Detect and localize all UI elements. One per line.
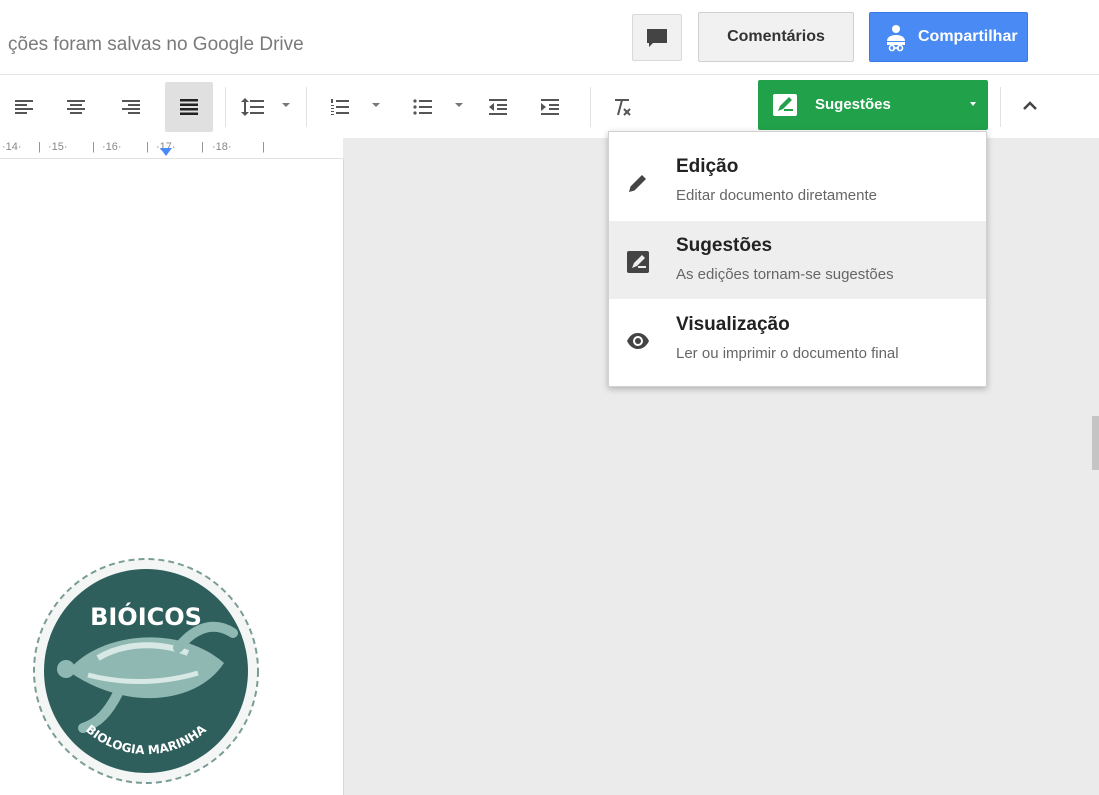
menu-item-description: Editar documento diretamente (676, 187, 877, 204)
editing-mode-menu: Edição Editar documento diretamente Suge… (608, 131, 987, 387)
editing-mode-label: Sugestões (815, 96, 891, 113)
bulleted-list-button[interactable] (405, 89, 441, 125)
comment-history-button[interactable] (632, 14, 682, 61)
save-status: ções foram salvas no Google Drive (8, 34, 304, 55)
line-spacing-caret[interactable] (282, 103, 290, 107)
menu-item-sugestoes[interactable]: Sugestões As edições tornam-se sugestões (609, 221, 986, 299)
toolbar-divider (590, 87, 591, 127)
clear-formatting-button[interactable] (604, 89, 640, 125)
eye-icon (627, 333, 649, 349)
align-left-icon (15, 100, 33, 114)
align-right-button[interactable] (113, 89, 149, 125)
comments-button[interactable]: Comentários (698, 12, 854, 62)
bioicos-logo: BIÓICOS BIOLOGIA MARINHA (28, 553, 264, 789)
ruler-tick: | (201, 141, 204, 153)
doc-header: ções foram salvas no Google Drive Coment… (0, 0, 1099, 74)
align-right-icon (122, 100, 140, 114)
ruler-tick: | (262, 141, 265, 153)
clear-formatting-icon (615, 99, 631, 116)
menu-item-edicao[interactable]: Edição Editar documento diretamente (609, 142, 986, 220)
comment-icon (647, 29, 667, 47)
bulleted-list-icon (413, 99, 432, 115)
sea-turtle-logo: BIÓICOS BIOLOGIA MARINHA (33, 558, 259, 784)
menu-item-visualizacao[interactable]: Visualização Ler ou imprimir o documento… (609, 300, 986, 378)
decrease-indent-icon (489, 99, 507, 115)
numbered-list-button[interactable] (322, 89, 358, 125)
collapse-menu-button[interactable] (1018, 94, 1042, 123)
toolbar-divider (1000, 87, 1001, 127)
toolbar-divider (306, 87, 307, 127)
ruler-tick: ·18· (212, 141, 232, 153)
menu-item-title: Edição (676, 156, 739, 177)
ruler[interactable]: ·14· | ·15· | ·16· | ·17· | ·18· | (0, 138, 343, 159)
decrease-indent-button[interactable] (480, 89, 516, 125)
bulleted-list-caret[interactable] (455, 103, 463, 107)
mode-dropdown-caret (970, 102, 976, 106)
ruler-tick: ·14· (2, 141, 22, 153)
menu-item-description: As edições tornam-se sugestões (676, 266, 894, 283)
share-person-icon (887, 25, 905, 52)
scrollbar-thumb[interactable] (1092, 416, 1099, 470)
increase-indent-button[interactable] (532, 89, 568, 125)
suggest-icon (627, 251, 649, 273)
share-button[interactable]: Compartilhar (869, 12, 1028, 62)
logo-title: BIÓICOS (90, 601, 202, 631)
indent-marker[interactable] (160, 148, 172, 156)
ruler-tick: | (146, 141, 149, 153)
editing-mode-button[interactable]: Sugestões (758, 80, 988, 130)
justify-button[interactable] (165, 82, 213, 132)
align-left-button[interactable] (6, 89, 42, 125)
increase-indent-icon (541, 99, 559, 115)
toolbar-divider (225, 87, 226, 127)
ruler-tick: | (92, 141, 95, 153)
line-spacing-icon (241, 98, 264, 116)
numbered-list-caret[interactable] (372, 103, 380, 107)
ruler-tick: ·15· (48, 141, 68, 153)
justify-icon (180, 99, 198, 115)
menu-item-title: Visualização (676, 314, 790, 335)
share-label: Compartilhar (918, 28, 1018, 45)
align-center-icon (67, 100, 85, 114)
ruler-tick: | (38, 141, 41, 153)
menu-item-title: Sugestões (676, 235, 773, 256)
ruler-tick: ·16· (102, 141, 122, 153)
numbered-list-icon (331, 99, 349, 115)
line-spacing-button[interactable] (234, 89, 270, 125)
align-center-button[interactable] (58, 89, 94, 125)
menu-item-description: Ler ou imprimir o documento final (676, 345, 899, 362)
pencil-icon (629, 175, 646, 192)
suggest-icon (773, 94, 797, 116)
chevron-up-icon (1023, 101, 1037, 110)
